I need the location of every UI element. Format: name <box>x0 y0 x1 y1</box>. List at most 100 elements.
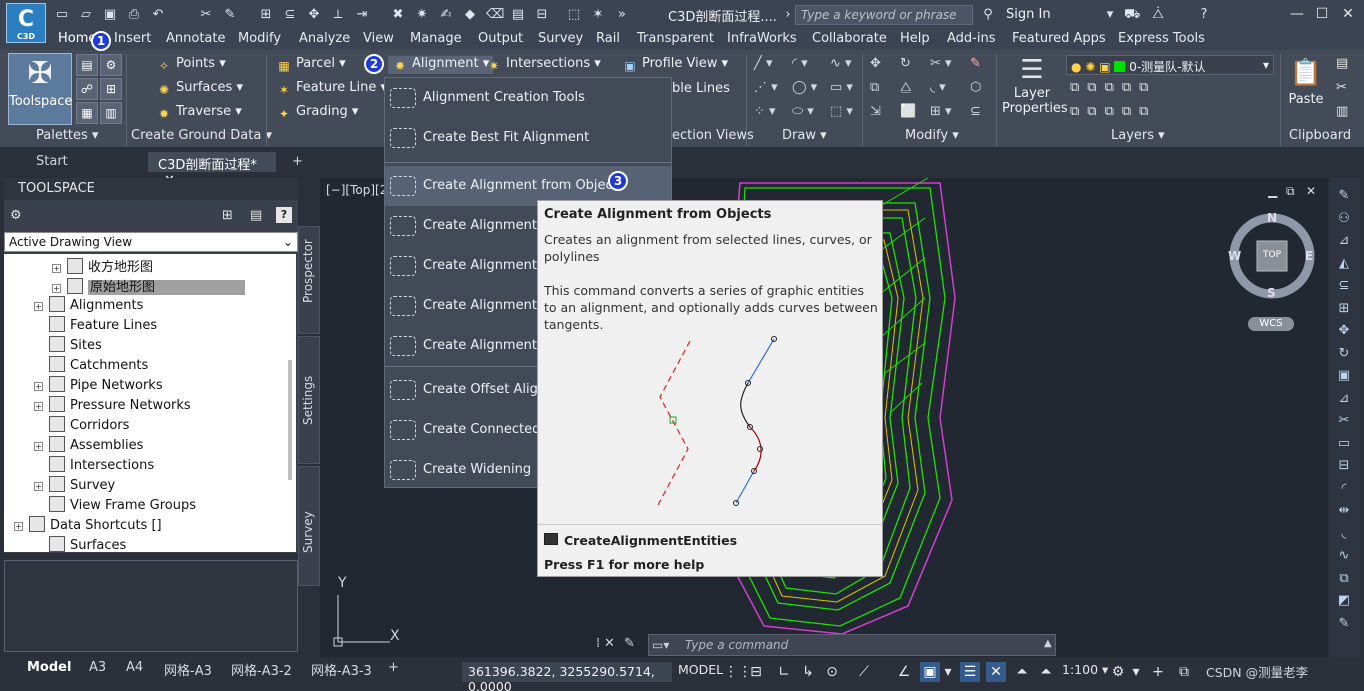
command-recent-icon[interactable]: ▭▾ <box>652 638 669 652</box>
open-folder-icon[interactable]: ▱ <box>78 7 94 23</box>
tree-item[interactable]: Feature Lines <box>34 316 157 336</box>
viewport-close-icon[interactable]: ✕ <box>1306 184 1316 198</box>
start-tab[interactable]: Start <box>26 152 78 172</box>
panel-layers[interactable]: Layers ▾ <box>1111 128 1165 143</box>
wcs-menu[interactable]: WCS <box>1248 317 1294 331</box>
panel-profile-section-views[interactable]: ection Views <box>672 128 754 143</box>
right-tool-icon[interactable]: ⊞ <box>1334 301 1354 316</box>
annotation-scale-icon[interactable]: ⏶ <box>1036 662 1056 682</box>
stretch-tool-icon[interactable]: ⇲ <box>870 104 881 119</box>
tree-item[interactable]: + Pressure Networks <box>34 396 191 416</box>
tab-express-tools[interactable]: Express Tools <box>1118 31 1205 46</box>
tab-prospector[interactable]: Prospector <box>298 226 320 334</box>
tab-manage[interactable]: Manage <box>410 31 462 46</box>
erase-icon[interactable]: ✖ <box>390 7 406 23</box>
workspace-dropdown-icon[interactable]: ▾ <box>1126 662 1146 682</box>
offset-icon[interactable]: ⊆ <box>282 7 298 23</box>
palette-tile-6[interactable]: ▥ <box>100 102 122 124</box>
layer-icon[interactable]: ⊟ <box>534 7 550 23</box>
right-tool-icon[interactable]: ◭ <box>1334 256 1354 271</box>
palette-tile-1[interactable]: ▤ <box>76 54 98 76</box>
fillet-tool-icon[interactable]: ◟ ▾ <box>930 80 946 95</box>
tree-item[interactable]: Corridors <box>34 416 129 436</box>
command-customize-icon[interactable]: ✎ <box>624 636 635 651</box>
edit-icon[interactable]: ✍ <box>438 7 454 23</box>
palette-settings-icon[interactable]: ⚙ <box>100 54 122 76</box>
tree-expand-icon[interactable]: + <box>34 382 43 391</box>
compass-east[interactable]: E <box>1305 249 1313 263</box>
explode-icon[interactable]: ✷ <box>414 7 430 23</box>
autoscale-icon[interactable]: ⏶ <box>1012 662 1032 682</box>
curve-tool-icon[interactable]: ∿ ▾ <box>830 56 852 71</box>
command-history-icon[interactable]: ▲ <box>1044 638 1052 649</box>
arc-tool-icon[interactable]: ◜ ▾ <box>792 56 808 71</box>
layout-tab[interactable]: A4 <box>126 660 143 675</box>
tab-add-ins[interactable]: Add-ins <box>947 31 995 46</box>
tab-settings[interactable]: Settings <box>298 336 320 464</box>
snap-icon[interactable]: ⊞ <box>258 7 274 23</box>
alignment-menu-item[interactable]: Alignment Creation Tools <box>385 78 671 118</box>
search-expand-icon[interactable]: › <box>780 7 796 23</box>
paste-button[interactable]: 📋 Paste <box>1286 54 1326 120</box>
palette-tile-5[interactable]: ▦ <box>76 102 98 124</box>
palette-tile-4[interactable]: ⊞ <box>100 78 122 100</box>
angle-icon[interactable]: ∠ <box>894 662 914 682</box>
tree-item[interactable]: + 收方地形图 <box>52 256 153 276</box>
tree-item[interactable]: View Frame Groups <box>34 496 196 516</box>
tab-view[interactable]: View <box>363 31 394 46</box>
toolspace-list-icon[interactable]: ▤ <box>250 208 262 223</box>
move-tool-icon[interactable]: ✥ <box>870 56 881 71</box>
panel-draw[interactable]: Draw ▾ <box>782 128 827 143</box>
undo-icon[interactable]: ↶ <box>150 7 166 23</box>
line-tool-icon[interactable]: ╱ ▾ <box>754 56 772 71</box>
trim-tool-icon[interactable]: ✂ ▾ <box>930 56 952 71</box>
tree-expand-icon[interactable]: + <box>34 482 43 491</box>
tree-scrollbar[interactable] <box>288 360 292 480</box>
parcel-button[interactable]: ▦ Parcel ▾ <box>276 56 345 74</box>
color-stack-icon[interactable]: ▤ <box>510 7 526 23</box>
add-layout-button[interactable]: + <box>388 660 399 675</box>
viewport-restore-icon[interactable]: ⧉ <box>1286 184 1295 199</box>
tree-item[interactable]: Intersections <box>34 456 154 476</box>
copy-clip-icon[interactable]: ▤ <box>1336 56 1348 71</box>
tree-expand-icon[interactable]: + <box>34 442 43 451</box>
model-space-toggle[interactable]: MODEL <box>678 662 723 677</box>
compass-west[interactable]: W <box>1228 249 1241 263</box>
right-tool-icon[interactable]: ⊿ <box>1334 233 1354 248</box>
tree-expand-icon[interactable]: + <box>34 402 43 411</box>
more-icon[interactable]: » <box>614 7 630 23</box>
eraser-icon[interactable]: ⌫ <box>486 7 504 23</box>
copy-base-icon[interactable]: ▥ <box>1336 104 1348 119</box>
tree-expand-icon[interactable]: + <box>52 284 61 293</box>
tab-featured-apps[interactable]: Featured Apps <box>1012 31 1106 46</box>
rotate-tool-icon[interactable]: ↻ <box>900 56 911 71</box>
fill-icon[interactable]: ◆ <box>462 7 478 23</box>
layer-tools-row-1[interactable]: ⧉⧉⧉⧉⧉ <box>1070 80 1156 95</box>
cart-icon[interactable]: ⛟ <box>1124 7 1140 23</box>
layout-tab[interactable]: 网格-A3 <box>164 660 212 679</box>
tab-infraworks[interactable]: InfraWorks <box>727 31 797 46</box>
help-icon[interactable]: ? <box>1196 7 1212 23</box>
annotation-visibility-icon[interactable]: ✕ <box>986 662 1006 682</box>
tree-expand-icon[interactable]: + <box>34 302 43 311</box>
trim-icon[interactable]: ✂ <box>198 7 214 23</box>
tab-annotate[interactable]: Annotate <box>166 31 225 46</box>
new-tab-button[interactable]: + <box>282 152 313 172</box>
match-icon[interactable]: ✎ <box>222 7 238 23</box>
tab-rail[interactable]: Rail <box>596 31 620 46</box>
right-tool-icon[interactable]: ⊟ <box>1334 458 1354 473</box>
right-tool-icon[interactable]: ⊆ <box>1334 278 1354 293</box>
right-tool-icon[interactable]: ▭ <box>1334 436 1354 451</box>
close-window-button[interactable]: ✕ <box>1338 5 1358 23</box>
new-file-icon[interactable]: ▭ <box>54 7 70 23</box>
minimize-button[interactable]: — <box>1287 5 1307 23</box>
panel-clipboard[interactable]: Clipboard <box>1289 128 1351 143</box>
right-tool-icon[interactable]: ∿ <box>1334 548 1354 563</box>
surfaces-button[interactable]: ✺ Surfaces ▾ <box>156 80 243 98</box>
right-tool-icon[interactable]: ✂ <box>1334 413 1354 428</box>
tree-item[interactable]: + 原始地形图 <box>52 276 246 296</box>
right-tool-icon[interactable]: ⚇ <box>1334 211 1354 226</box>
layer-dropdown[interactable]: ● ✺ ▣ 0-测量队-默认 ▾ <box>1066 55 1274 75</box>
layout-tab[interactable]: Model <box>27 660 71 675</box>
layout-tab[interactable]: 网格-A3-3 <box>311 660 372 679</box>
